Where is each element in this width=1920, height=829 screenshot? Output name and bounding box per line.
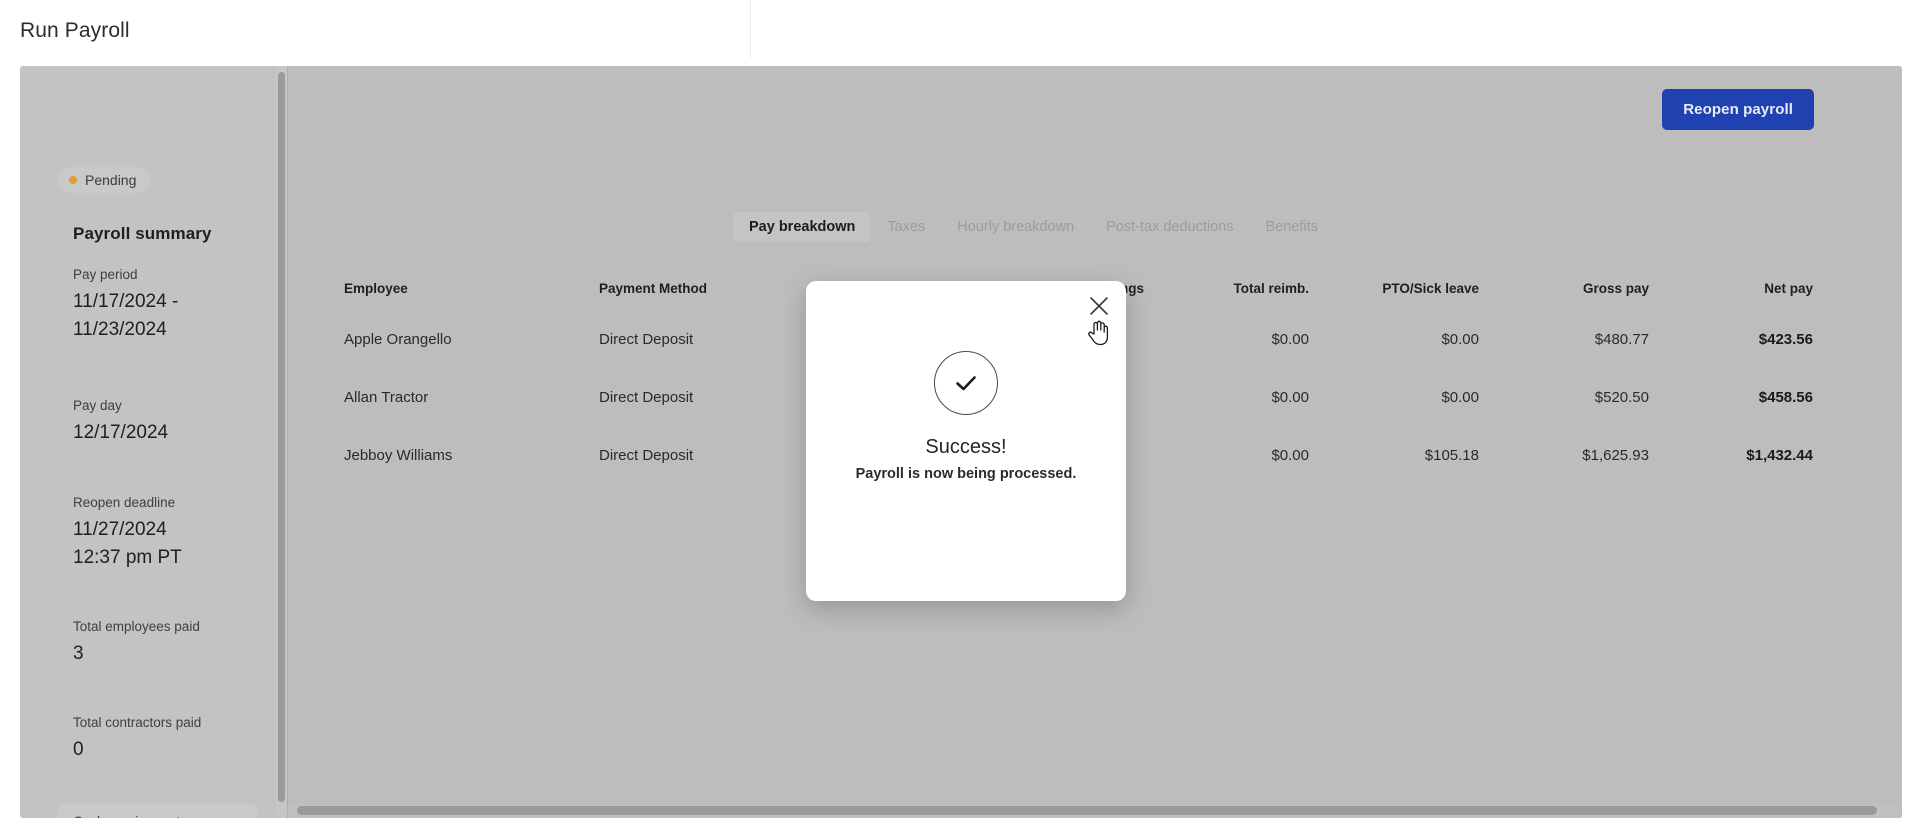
main-horizontal-scrollbar-track[interactable] bbox=[289, 804, 1901, 818]
check-circle-icon bbox=[934, 351, 998, 415]
column-header-payment-method: Payment Method bbox=[599, 280, 708, 296]
cash-requirement-expander[interactable]: Cash requirement $2,896.50 bbox=[58, 804, 258, 818]
cell-pto-sick-leave: $0.00 bbox=[1441, 388, 1479, 406]
cell-payment-method: Direct Deposit bbox=[599, 388, 694, 406]
summary-label: Reopen deadline bbox=[73, 495, 176, 510]
summary-value-line1: 11/17/2024 - bbox=[73, 291, 179, 312]
summary-field-total-contractors-paid: Total contractors paid 0 bbox=[73, 714, 273, 764]
sidebar-heading: Payroll summary bbox=[73, 224, 212, 243]
column-header-total-reimb: Total reimb. bbox=[1233, 280, 1309, 296]
column-header-net-pay: Net pay bbox=[1764, 280, 1813, 296]
main-horizontal-scrollbar-thumb[interactable] bbox=[297, 806, 1877, 815]
summary-field-total-employees-paid: Total employees paid 3 bbox=[73, 618, 273, 668]
status-dot-icon bbox=[69, 176, 77, 184]
cell-payment-method: Direct Deposit bbox=[599, 446, 694, 464]
summary-value-line2: 11/23/2024 bbox=[73, 319, 167, 340]
cell-total-reimb: $0.00 bbox=[1271, 330, 1309, 348]
tab-hourly-breakdown[interactable]: Hourly breakdown bbox=[941, 212, 1090, 242]
tab-benefits[interactable]: Benefits bbox=[1250, 212, 1334, 242]
page-title: Run Payroll bbox=[20, 19, 130, 42]
cell-employee: Apple Orangello bbox=[344, 330, 452, 348]
success-modal-content: Success! Payroll is now being processed. bbox=[806, 351, 1126, 482]
tab-pay-breakdown[interactable]: Pay breakdown bbox=[733, 212, 872, 242]
summary-label: Pay day bbox=[73, 398, 122, 413]
summary-value-line1: 0 bbox=[73, 739, 84, 760]
summary-value-line1: 3 bbox=[73, 643, 84, 664]
header-divider bbox=[750, 0, 751, 58]
summary-field-reopen-deadline: Reopen deadline 11/27/2024 12:37 pm PT bbox=[73, 494, 273, 572]
cell-net-pay: $423.56 bbox=[1758, 330, 1813, 348]
cell-total-reimb: $0.00 bbox=[1271, 446, 1309, 464]
summary-label: Total employees paid bbox=[73, 619, 200, 634]
cash-requirement-label: Cash requirement bbox=[73, 814, 244, 818]
cell-employee: Jebboy Williams bbox=[344, 446, 453, 464]
payroll-summary-sidebar: Pending Payroll summary Pay period 11/17… bbox=[20, 66, 288, 818]
summary-label: Total contractors paid bbox=[73, 715, 202, 730]
summary-value-line2: 12:37 pm PT bbox=[73, 547, 182, 568]
column-header-pto-sick-leave: PTO/Sick leave bbox=[1382, 280, 1479, 296]
cell-pto-sick-leave: $0.00 bbox=[1441, 330, 1479, 348]
summary-field-pay-period: Pay period 11/17/2024 - 11/23/2024 bbox=[73, 266, 273, 344]
reopen-payroll-button[interactable]: Reopen payroll bbox=[1662, 89, 1814, 130]
success-modal-title: Success! bbox=[925, 436, 1007, 458]
tab-bar: Pay breakdown Taxes Hourly breakdown Pos… bbox=[733, 212, 1334, 242]
summary-label: Pay period bbox=[73, 267, 138, 282]
run-payroll-page: Run Payroll Pending Payroll summary Pay … bbox=[0, 0, 1920, 829]
sidebar-scrollbar-thumb[interactable] bbox=[278, 72, 285, 802]
status-badge: Pending bbox=[58, 167, 151, 193]
cell-gross-pay: $480.77 bbox=[1594, 330, 1649, 348]
cell-gross-pay: $520.50 bbox=[1594, 388, 1649, 406]
pointing-hand-cursor bbox=[1085, 316, 1111, 346]
tab-taxes[interactable]: Taxes bbox=[871, 212, 941, 242]
cell-pto-sick-leave: $105.18 bbox=[1424, 446, 1479, 464]
cell-payment-method: Direct Deposit bbox=[599, 330, 694, 348]
cell-net-pay: $1,432.44 bbox=[1746, 446, 1813, 464]
success-modal: Success! Payroll is now being processed. bbox=[806, 281, 1126, 601]
top-header-bar: Run Payroll bbox=[0, 0, 1920, 64]
summary-value-line1: 11/27/2024 bbox=[73, 519, 167, 540]
cell-net-pay: $458.56 bbox=[1758, 388, 1813, 406]
summary-field-pay-day: Pay day 12/17/2024 bbox=[73, 397, 273, 447]
summary-value-line1: 12/17/2024 bbox=[73, 422, 169, 443]
column-header-gross-pay: Gross pay bbox=[1582, 280, 1649, 296]
cell-total-reimb: $0.00 bbox=[1271, 388, 1309, 406]
column-header-employee: Employee bbox=[344, 280, 408, 296]
cell-gross-pay: $1,625.93 bbox=[1582, 446, 1649, 464]
status-badge-label: Pending bbox=[85, 172, 137, 188]
sidebar-scrollbar-track[interactable] bbox=[276, 66, 287, 818]
success-modal-subtitle: Payroll is now being processed. bbox=[855, 466, 1077, 482]
tab-post-tax-deductions[interactable]: Post-tax deductions bbox=[1090, 212, 1249, 242]
cell-employee: Allan Tractor bbox=[344, 388, 429, 406]
